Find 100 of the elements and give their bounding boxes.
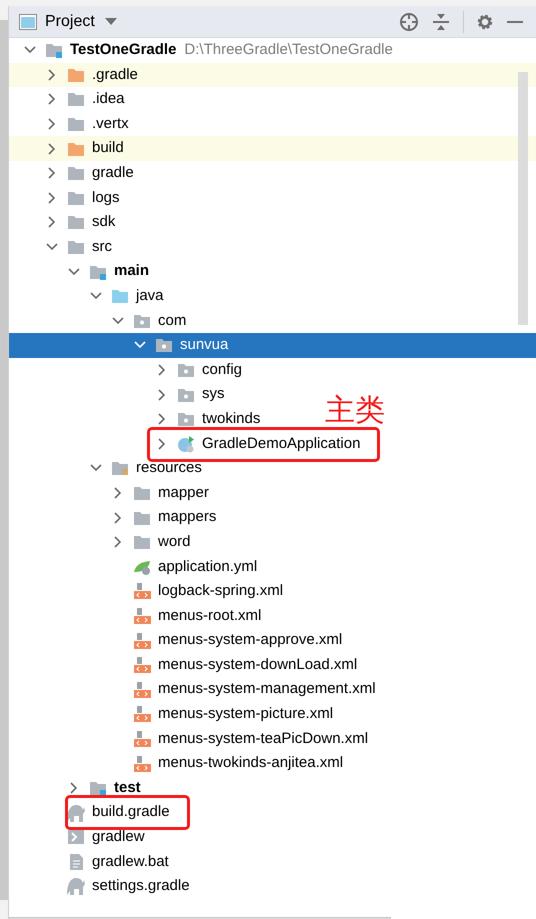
tree-item-label: com [158, 310, 186, 331]
tree-item-label: .idea [92, 89, 125, 110]
folder-icon [67, 164, 85, 182]
elephant-icon [67, 877, 85, 896]
tree-item-label: menus-system-approve.xml [158, 630, 342, 650]
folder-icon [67, 238, 85, 256]
tree-row[interactable]: twokinds [155, 406, 260, 432]
tree-row[interactable]: gradlew.bat [45, 850, 169, 874]
tree-row[interactable]: menus-system-picture.xml [111, 702, 334, 727]
vertical-scrollbar[interactable] [518, 72, 528, 325]
panel-title: Project [45, 12, 95, 32]
folder-icon [133, 533, 151, 552]
folder-icon [67, 115, 85, 134]
tree-row[interactable]: .idea [45, 87, 125, 112]
tree-item-label: menus-system-teaPicDown.xml [158, 728, 368, 749]
tree-row[interactable]: build.gradle [45, 800, 170, 825]
folder-icon [67, 213, 85, 232]
tree-item-label: application.yml [158, 556, 258, 577]
tree-row[interactable]: gradlew [45, 825, 145, 850]
resources-folder-icon [111, 459, 129, 478]
tree-row[interactable]: sdk [45, 210, 116, 235]
tree-row[interactable]: settings.gradle [45, 874, 190, 899]
tree-item-label: TestOneGradle [70, 40, 176, 60]
tree-item-label: java [136, 286, 164, 306]
tree-row[interactable]: mappers [111, 505, 216, 530]
tree-item-label: mappers [158, 507, 216, 528]
tree-item-label: menus-system-management.xml [158, 679, 376, 700]
text-file-icon [67, 852, 85, 871]
tree-item-label: resources [136, 458, 202, 478]
xml-file-icon [133, 632, 151, 650]
xml-file-icon [133, 730, 151, 748]
tree-item-label: gradlew [92, 827, 145, 848]
xml-file-icon [133, 754, 151, 773]
tree-row[interactable]: menus-system-approve.xml [111, 628, 342, 653]
tree-item-label: sdk [92, 212, 116, 232]
tree-row[interactable]: TestOneGradle D:\ThreeGradle\TestOneGradle [23, 38, 393, 63]
tree-row[interactable]: GradleDemoApplication [155, 432, 360, 456]
tree-row[interactable]: logs [45, 186, 120, 210]
tree-item-label: menus-root.xml [158, 606, 262, 626]
package-folder-icon [177, 361, 195, 380]
terminal-file-icon [67, 828, 85, 846]
tree-item-label: build [92, 138, 124, 158]
tree-row[interactable]: main [67, 259, 150, 284]
tree-item-label: .gradle [92, 64, 138, 85]
elephant-icon [67, 804, 85, 822]
tree-row[interactable]: build [9, 136, 536, 161]
tree-row[interactable]: resources [89, 456, 202, 481]
project-path: D:\ThreeGradle\TestOneGradle [184, 40, 393, 60]
package-folder-icon [177, 410, 195, 428]
tree-row[interactable]: application.yml [111, 554, 258, 580]
package-folder-icon [155, 336, 173, 354]
tree-item-label: config [202, 360, 242, 380]
tree-row[interactable]: .vertx [45, 112, 129, 136]
class-icon [177, 434, 195, 453]
tree-row[interactable]: sunvua [9, 333, 536, 358]
tree-row[interactable]: menus-twokinds-anjitea.xml [111, 751, 344, 776]
tree-row[interactable]: .gradle [9, 62, 536, 88]
tree-item-label: mapper [158, 482, 209, 503]
tree-item-label: twokinds [202, 408, 260, 429]
tree-item-label: sys [202, 384, 224, 404]
tree-item-label: menus-system-downLoad.xml [158, 654, 358, 675]
xml-file-icon [133, 582, 151, 600]
xml-file-icon [133, 606, 151, 625]
tree-row[interactable]: com [111, 308, 186, 334]
tree-row[interactable]: config [155, 358, 242, 382]
tree-row[interactable]: menus-system-downLoad.xml [111, 652, 358, 678]
tree-item-label: menus-system-picture.xml [158, 704, 334, 724]
module-folder-icon [45, 41, 63, 60]
tree-row[interactable]: test [67, 776, 141, 800]
tree-row[interactable]: sys [155, 382, 224, 407]
tree-item-label: logback-spring.xml [158, 581, 284, 602]
tree-item-label: word [158, 532, 191, 552]
xml-file-icon [133, 680, 151, 699]
xml-file-icon [133, 705, 151, 724]
annotation-label: 主类 [325, 396, 385, 426]
tree-row[interactable]: java [89, 284, 164, 309]
tree-row[interactable]: menus-system-teaPicDown.xml [111, 726, 368, 752]
tree-row[interactable]: mapper [111, 480, 209, 506]
tree-item-label: build.gradle [92, 802, 170, 822]
tree-item-label: GradleDemoApplication [202, 434, 360, 454]
tree-item-label: test [114, 778, 141, 798]
tree-item-label: .vertx [92, 114, 129, 134]
tree-row[interactable]: menus-root.xml [111, 604, 262, 628]
tree-row[interactable]: word [111, 530, 191, 554]
tree-item-label: menus-twokinds-anjitea.xml [158, 753, 344, 774]
tree-item-label: sunvua [180, 335, 228, 356]
tree-row[interactable]: src [45, 234, 112, 260]
tree-item-label: main [114, 261, 150, 282]
tree-row[interactable]: menus-system-management.xml [111, 677, 376, 702]
tree-item-label: settings.gradle [92, 876, 190, 896]
module-folder-icon [89, 779, 107, 798]
xml-file-icon [133, 656, 151, 674]
tree-row[interactable]: gradle [45, 160, 134, 186]
folder-icon [67, 90, 85, 108]
tree-item-label: gradlew.bat [92, 852, 169, 872]
window-icon [19, 14, 37, 30]
tree-item-label: logs [92, 188, 120, 208]
tree-item-label: gradle [92, 163, 134, 184]
tree-row[interactable]: logback-spring.xml [111, 579, 284, 604]
folder-icon [111, 287, 129, 306]
